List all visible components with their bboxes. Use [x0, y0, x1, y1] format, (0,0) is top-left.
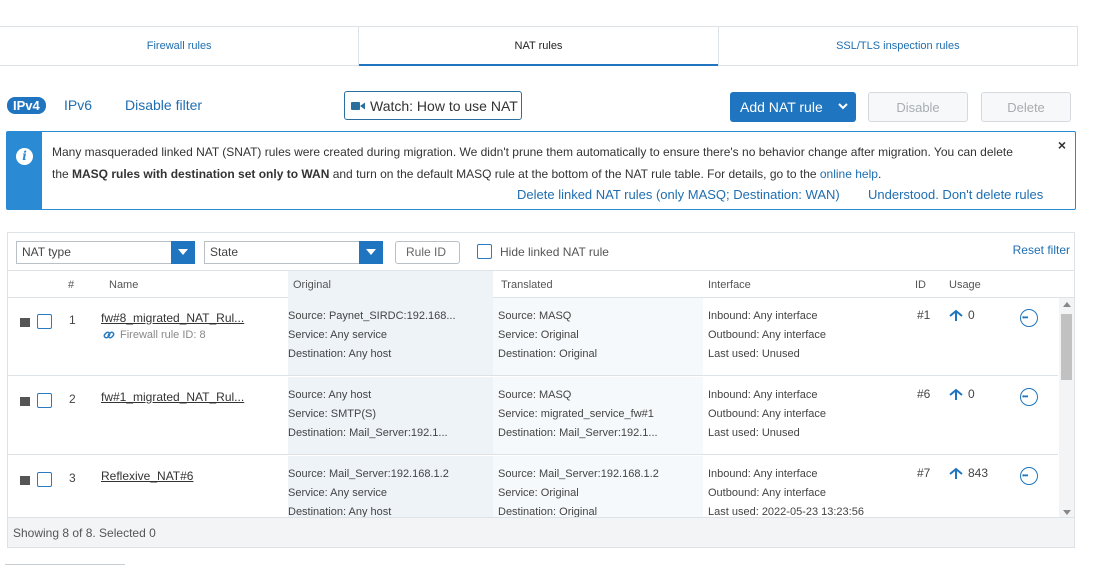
traffic-split-icon: [949, 388, 963, 400]
table-body: ▬ ▬ ▬ 1 fw#8_migrated_NAT_Rul... Firewall …: [8, 298, 1058, 519]
more-options-icon[interactable]: [1020, 467, 1038, 485]
row-number: 3: [69, 471, 76, 485]
watch-video-label: Watch: How to use NAT: [370, 97, 518, 114]
original-cell: Source: Any host Service: SMTP(S) Destinat…: [288, 389, 448, 439]
toolbar: IPv4 IPv6 Disable filter Watch: How to u…: [0, 90, 1103, 122]
translated-cell: Source: MASQ Service: migrated_service_fw…: [498, 389, 658, 439]
original-cell: Source: Mail_Server:192.168.1.2 Service: …: [288, 468, 449, 518]
drag-handle-icon[interactable]: ▬ ▬ ▬: [20, 314, 30, 330]
row-checkbox[interactable]: [37, 393, 52, 408]
translated-cell: Source: MASQ Service: Original Destination…: [498, 310, 598, 360]
online-help-link[interactable]: online help: [820, 167, 878, 181]
chevron-down-icon[interactable]: [838, 101, 848, 111]
banner-message: Many masqueraded linked NAT (SNAT) rules…: [52, 141, 1052, 185]
banner-side-strip: i: [7, 132, 42, 209]
original-cell: Source: Paynet_SIRDC:192.168... Service: …: [288, 310, 456, 360]
close-icon[interactable]: ×: [1058, 137, 1066, 153]
usage-counter: 843: [949, 466, 988, 480]
table-footer-status: Showing 8 of 8. Selected 0: [8, 517, 1074, 547]
divider: [5, 564, 125, 565]
rule-id: #6: [917, 387, 931, 401]
rule-id-input[interactable]: Rule ID: [395, 241, 460, 264]
scrollbar-thumb[interactable]: [1061, 314, 1072, 380]
delete-linked-nat-rules-link[interactable]: Delete linked NAT rules (only MASQ; Dest…: [517, 187, 840, 202]
banner-line-1: Many masqueraded linked NAT (SNAT) rules…: [52, 145, 1013, 159]
rule-id: #7: [917, 466, 931, 480]
tab-firewall-rules[interactable]: Firewall rules: [0, 27, 358, 65]
rule-name-link[interactable]: Reflexive_NAT#6: [101, 469, 193, 483]
reset-filter-link[interactable]: Reset filter: [1013, 243, 1070, 257]
tab-nat-rules[interactable]: NAT rules: [358, 27, 719, 66]
col-header-id: ID: [915, 279, 926, 291]
col-header-name: Name: [109, 279, 139, 291]
row-number: 2: [69, 392, 76, 406]
more-options-icon[interactable]: [1020, 309, 1038, 327]
traffic-split-icon: [949, 467, 963, 479]
state-select[interactable]: State: [204, 241, 383, 264]
ipv6-toggle[interactable]: IPv6: [64, 97, 92, 113]
add-nat-rule-button[interactable]: Add NAT rule: [730, 92, 856, 122]
banner-line-2: the MASQ rules with destination set only…: [52, 167, 882, 181]
disable-button[interactable]: Disable: [868, 92, 968, 122]
table-row[interactable]: ▬ ▬ ▬ 1 fw#8_migrated_NAT_Rul... Firewall …: [8, 298, 1058, 376]
rule-tabs: Firewall rules NAT rules SSL/TLS inspect…: [0, 26, 1078, 66]
drag-handle-icon[interactable]: ▬ ▬ ▬: [20, 393, 30, 409]
migration-notice-banner: i Many masqueraded linked NAT (SNAT) rul…: [6, 131, 1076, 210]
interface-cell: Inbound: Any interface Outbound: Any inte…: [708, 468, 864, 518]
info-icon: i: [16, 148, 33, 165]
ipv4-toggle[interactable]: IPv4: [7, 97, 46, 114]
linked-firewall-rule[interactable]: Firewall rule ID: 8: [103, 329, 206, 341]
table-header: # Name Original Translated Interface ID …: [8, 270, 1074, 298]
traffic-split-icon: [949, 309, 963, 321]
link-icon: [103, 331, 115, 339]
hide-linked-checkbox[interactable]: [477, 244, 492, 259]
tab-ssl-tls-inspection-rules[interactable]: SSL/TLS inspection rules: [719, 27, 1077, 65]
rule-id: #1: [917, 308, 931, 322]
hide-linked-label: Hide linked NAT rule: [500, 244, 609, 259]
col-header-usage: Usage: [949, 279, 981, 291]
col-header-interface: Interface: [708, 279, 751, 291]
watch-video-button[interactable]: Watch: How to use NAT: [344, 91, 522, 120]
col-header-original: Original: [293, 279, 331, 291]
rule-name-link[interactable]: fw#1_migrated_NAT_Rul...: [101, 390, 244, 404]
usage-counter: 0: [949, 387, 975, 401]
row-number: 1: [69, 313, 76, 327]
table-row[interactable]: ▬ ▬ ▬ 3 Reflexive_NAT#6 Source: Mail_Serve…: [8, 456, 1058, 519]
interface-cell: Inbound: Any interface Outbound: Any inte…: [708, 389, 827, 439]
drag-handle-icon[interactable]: ▬ ▬ ▬: [20, 472, 30, 488]
table-row[interactable]: ▬ ▬ ▬ 2 fw#1_migrated_NAT_Rul... Source: A…: [8, 377, 1058, 455]
rule-name-link[interactable]: fw#8_migrated_NAT_Rul...: [101, 311, 244, 325]
usage-counter: 0: [949, 308, 975, 322]
scroll-down-icon[interactable]: [1063, 510, 1071, 515]
nat-type-select[interactable]: NAT type: [16, 241, 195, 264]
dropdown-arrow-icon[interactable]: [359, 241, 383, 264]
col-header-translated: Translated: [501, 279, 553, 291]
hide-linked-nat-rule-toggle[interactable]: Hide linked NAT rule: [477, 244, 609, 259]
disable-filter-link[interactable]: Disable filter: [125, 97, 202, 113]
col-header-num: #: [68, 279, 75, 291]
dont-delete-rules-link[interactable]: Understood. Don't delete rules: [868, 187, 1043, 202]
nat-type-value: NAT type: [22, 245, 71, 259]
state-value: State: [210, 245, 239, 259]
video-camera-icon: [351, 101, 365, 110]
nat-rules-panel: NAT type State Rule ID Hide linked NAT r…: [7, 232, 1075, 548]
table-scrollbar[interactable]: [1059, 298, 1074, 519]
delete-button[interactable]: Delete: [981, 92, 1071, 122]
add-nat-rule-label: Add NAT rule: [740, 99, 823, 115]
interface-cell: Inbound: Any interface Outbound: Any inte…: [708, 310, 827, 360]
scroll-up-icon[interactable]: [1063, 302, 1071, 307]
dropdown-arrow-icon[interactable]: [171, 241, 195, 264]
translated-cell: Source: Mail_Server:192.168.1.2 Service: …: [498, 468, 659, 518]
more-options-icon[interactable]: [1020, 388, 1038, 406]
row-checkbox[interactable]: [37, 314, 52, 329]
row-checkbox[interactable]: [37, 472, 52, 487]
